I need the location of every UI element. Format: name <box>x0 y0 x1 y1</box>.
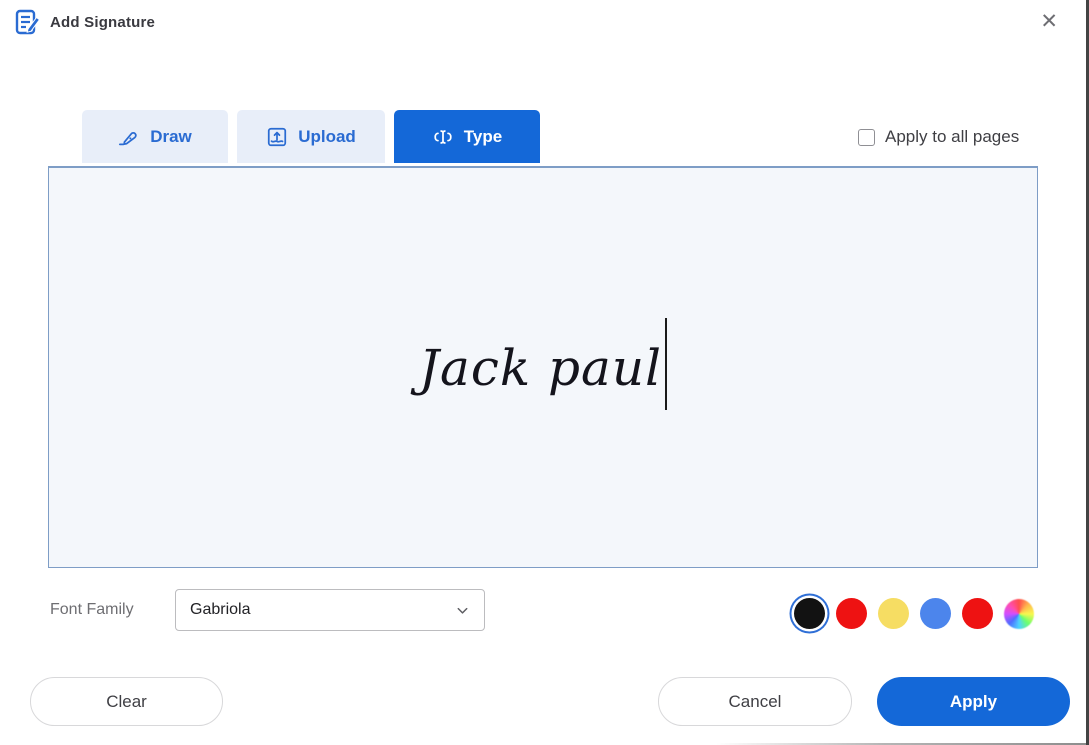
apply-all-pages-label: Apply to all pages <box>885 127 1019 147</box>
tab-draw[interactable]: Draw <box>82 110 228 163</box>
apply-all-pages-option: Apply to all pages <box>858 127 1019 147</box>
apply-button[interactable]: Apply <box>877 677 1070 726</box>
font-family-label: Font Family <box>50 601 134 619</box>
tab-upload[interactable]: Upload <box>237 110 385 163</box>
text-cursor-icon <box>432 126 454 148</box>
dialog-title: Add Signature <box>50 14 155 31</box>
chevron-down-icon <box>455 603 470 618</box>
cancel-button[interactable]: Cancel <box>658 677 852 726</box>
upload-icon <box>266 126 288 148</box>
dialog-header: Add Signature <box>14 9 155 36</box>
apply-all-pages-checkbox[interactable] <box>858 129 875 146</box>
tab-type-label: Type <box>464 127 502 147</box>
color-swatch-yellow[interactable] <box>878 598 909 629</box>
font-family-select[interactable]: Gabriola <box>175 589 485 631</box>
add-signature-icon <box>14 9 41 36</box>
pen-icon <box>118 126 140 148</box>
tab-type[interactable]: Type <box>394 110 540 163</box>
color-swatches <box>794 598 1034 629</box>
tab-draw-label: Draw <box>150 127 192 147</box>
signature-text: Jack paul <box>419 339 662 397</box>
signature-canvas[interactable]: Jack paul <box>48 166 1038 568</box>
color-swatch-blue[interactable] <box>920 598 951 629</box>
color-swatch-black[interactable] <box>794 598 825 629</box>
tab-upload-label: Upload <box>298 127 356 147</box>
color-swatch-rainbow[interactable] <box>1004 599 1034 629</box>
font-family-value: Gabriola <box>190 601 455 619</box>
text-caret <box>665 318 667 410</box>
color-swatch-red-2[interactable] <box>962 598 993 629</box>
color-swatch-red[interactable] <box>836 598 867 629</box>
clear-button[interactable]: Clear <box>30 677 223 726</box>
close-icon[interactable]: ✕ <box>1040 11 1058 32</box>
